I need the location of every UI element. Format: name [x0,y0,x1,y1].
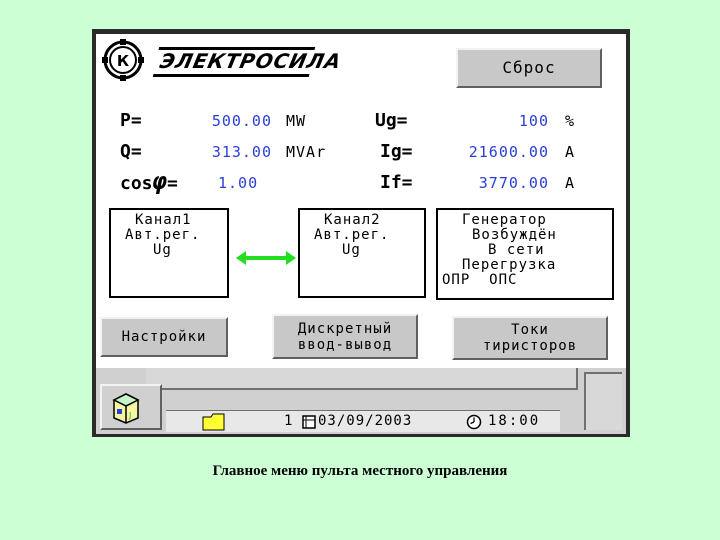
active-power-label: P= [120,110,142,131]
channel2-title: Канал2 [324,212,381,228]
discrete-io-label-2: ввод-вывод [297,336,393,353]
opr-indicator: ОПР [442,272,471,288]
slide-caption: Главное меню пульта местного управления [212,463,508,479]
hmi-screen: К ЭЛЕКТРОСИЛА Сброс P= 500.00 MW Q= 313.… [96,34,626,434]
double-arrow-icon [236,251,296,265]
field-current-label: If= [380,172,413,193]
gen-voltage-label: Ug= [375,110,408,131]
channel1-title: Канал1 [135,212,192,228]
taskbar-top-panel [146,368,578,390]
settings-button[interactable]: Настройки [100,317,228,357]
clock-icon [466,414,482,430]
generator-online: В сети [488,242,545,258]
channel2-reg: Ug [342,242,361,258]
generator-protections: ОПР ОПС [442,273,612,288]
power-factor-cos: cos [120,173,153,194]
gen-current-value: 21600.00 [468,143,549,161]
app-cube-icon: J [112,393,140,424]
generator-overload: Перегрузка [462,257,557,273]
calendar-icon [302,415,316,429]
active-power-unit: MW [286,112,307,130]
generator-status-panel[interactable]: Генератор Возбуждён В сети Перегрузка ОП… [436,208,614,300]
folder-icon[interactable] [202,413,226,431]
channel2-panel[interactable]: Канал2 Авт.рег. Ug [298,208,426,298]
channel2-mode: Авт.рег. [314,227,390,243]
reset-button[interactable]: Сброс [456,48,602,88]
reactive-power-value: 313.00 [211,143,272,161]
brand-emblem-icon: К [102,39,144,81]
reactive-power-label: Q= [120,141,142,162]
gen-current-unit: A [565,143,576,161]
power-factor-value: 1.00 [218,174,259,192]
reset-button-label: Сброс [502,58,556,77]
settings-button-label: Настройки [121,329,207,345]
field-current-unit: A [565,174,576,192]
ops-indicator: ОПС [489,272,518,288]
status-date: 03/09/2003 [318,413,413,429]
svg-text:К: К [117,52,130,70]
power-factor-eq: = [166,173,178,194]
gen-current-label: Ig= [380,141,413,162]
gen-voltage-value: 100 [518,112,549,130]
discrete-io-label-1: Дискретный [297,320,393,337]
reactive-power-unit: MVAr [286,143,327,161]
taskbar-side-panel [584,372,622,430]
active-power-value: 500.00 [211,112,272,130]
channel1-mode: Авт.рег. [125,227,201,243]
generator-title: Генератор [462,212,547,228]
thyristor-currents-button[interactable]: Токи тиристоров [452,316,608,360]
channel1-reg: Ug [153,242,172,258]
status-page-number: 1 [284,413,293,429]
start-button[interactable]: J [100,384,162,430]
field-current-value: 3770.00 [478,174,549,192]
status-time: 18:00 [488,413,541,429]
thyristor-label-2: тиристоров [482,338,578,354]
discrete-io-button[interactable]: Дискретный ввод-вывод [272,314,418,359]
brand-logo-text: ЭЛЕКТРОСИЛА [152,47,344,77]
gen-voltage-unit: % [565,112,576,130]
generator-excited: Возбуждён [472,227,557,243]
thyristor-label-1: Токи [511,322,549,338]
power-factor-phi: φ [152,167,167,195]
power-factor-label: cosφ= [120,169,178,194]
channel1-panel[interactable]: Канал1 Авт.рег. Ug [109,208,229,298]
status-bar: 1 03/09/2003 18:00 [166,410,560,432]
svg-text:J: J [128,411,131,420]
